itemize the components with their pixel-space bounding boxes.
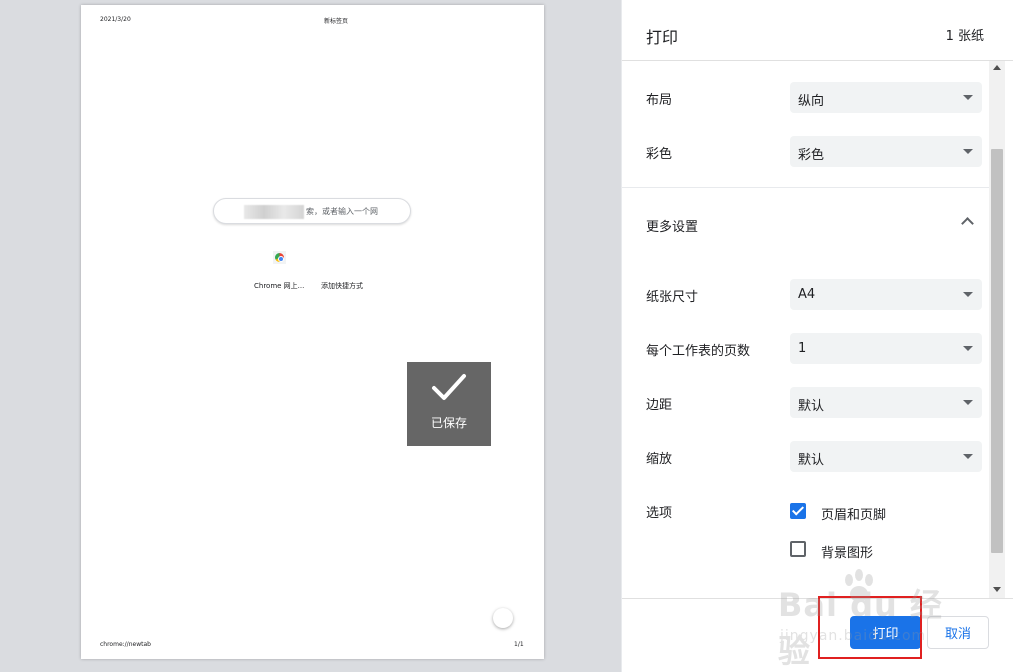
scroll-up-arrow-icon[interactable] (993, 65, 1001, 70)
more-settings-toggle[interactable]: 更多设置 (622, 189, 989, 259)
section-divider (622, 187, 989, 188)
pages-per-sheet-select[interactable]: 1 (790, 333, 982, 364)
preview-page: 2021/3/20 新标签页 索，或者输入一个网 Chrome 网上... 添加… (81, 5, 544, 659)
caret-down-icon (963, 292, 973, 297)
caret-down-icon (963, 95, 973, 100)
paper-size-value: A4 (798, 287, 816, 302)
caret-down-icon (963, 400, 973, 405)
blurred-region (244, 205, 304, 219)
layout-value: 纵向 (798, 94, 825, 109)
margins-select[interactable]: 默认 (790, 387, 982, 418)
page-footer-number: 1/1 (514, 641, 524, 648)
saved-toast-label: 已保存 (430, 416, 467, 430)
color-label: 彩色 (646, 147, 673, 162)
panel-title: 打印 (646, 28, 679, 47)
headers-footers-checkbox[interactable] (790, 503, 806, 519)
settings-scrollbar[interactable] (989, 61, 1005, 598)
scale-select[interactable]: 默认 (790, 441, 982, 472)
scroll-thumb[interactable] (991, 149, 1003, 553)
checkmark-icon (432, 374, 466, 400)
scale-value: 默认 (798, 453, 825, 468)
customize-circle-button (493, 608, 513, 628)
chevron-up-icon (961, 217, 974, 230)
color-select[interactable]: 彩色 (790, 136, 982, 167)
shortcut-chrome-store-label: Chrome 网上... (254, 282, 305, 290)
chrome-web-store-icon (273, 251, 286, 264)
more-settings-label: 更多设置 (646, 220, 699, 235)
layout-select[interactable]: 纵向 (790, 82, 982, 113)
scroll-down-arrow-icon[interactable] (993, 587, 1001, 592)
margins-value: 默认 (798, 399, 825, 414)
page-footer-url: chrome://newtab (100, 641, 151, 648)
paper-size-select[interactable]: A4 (790, 279, 982, 310)
pages-per-sheet-label: 每个工作表的页数 (646, 344, 751, 359)
page-header-title: 新标签页 (324, 18, 349, 25)
print-button-highlight-box (818, 596, 922, 659)
shortcut-add-label: 添加快捷方式 (321, 282, 363, 290)
headers-footers-label: 页眉和页脚 (821, 508, 887, 523)
print-settings-panel: 打印 1 张纸 布局 纵向 彩色 彩色 更多设置 纸张尺寸 A4 每个工作表的页… (621, 0, 1013, 672)
paper-size-label: 纸张尺寸 (646, 290, 699, 305)
preview-search-box: 索，或者输入一个网 (213, 198, 411, 224)
background-graphics-label: 背景图形 (821, 546, 874, 561)
pages-per-sheet-value: 1 (798, 341, 807, 356)
color-value: 彩色 (798, 148, 825, 163)
caret-down-icon (963, 454, 973, 459)
background-graphics-checkbox[interactable] (790, 541, 806, 557)
sheet-count: 1 张纸 (945, 29, 984, 44)
margins-label: 边距 (646, 398, 673, 413)
search-placeholder-text: 索，或者输入一个网 (306, 207, 378, 216)
cancel-button[interactable]: 取消 (927, 616, 989, 649)
page-header-date: 2021/3/20 (100, 16, 131, 23)
layout-label: 布局 (646, 93, 673, 108)
caret-down-icon (963, 149, 973, 154)
options-label: 选项 (646, 506, 673, 521)
caret-down-icon (963, 346, 973, 351)
saved-toast: 已保存 (407, 362, 491, 446)
scale-label: 缩放 (646, 452, 673, 467)
panel-header: 打印 1 张纸 (622, 0, 1013, 61)
print-preview-area: 2021/3/20 新标签页 索，或者输入一个网 Chrome 网上... 添加… (0, 0, 621, 672)
